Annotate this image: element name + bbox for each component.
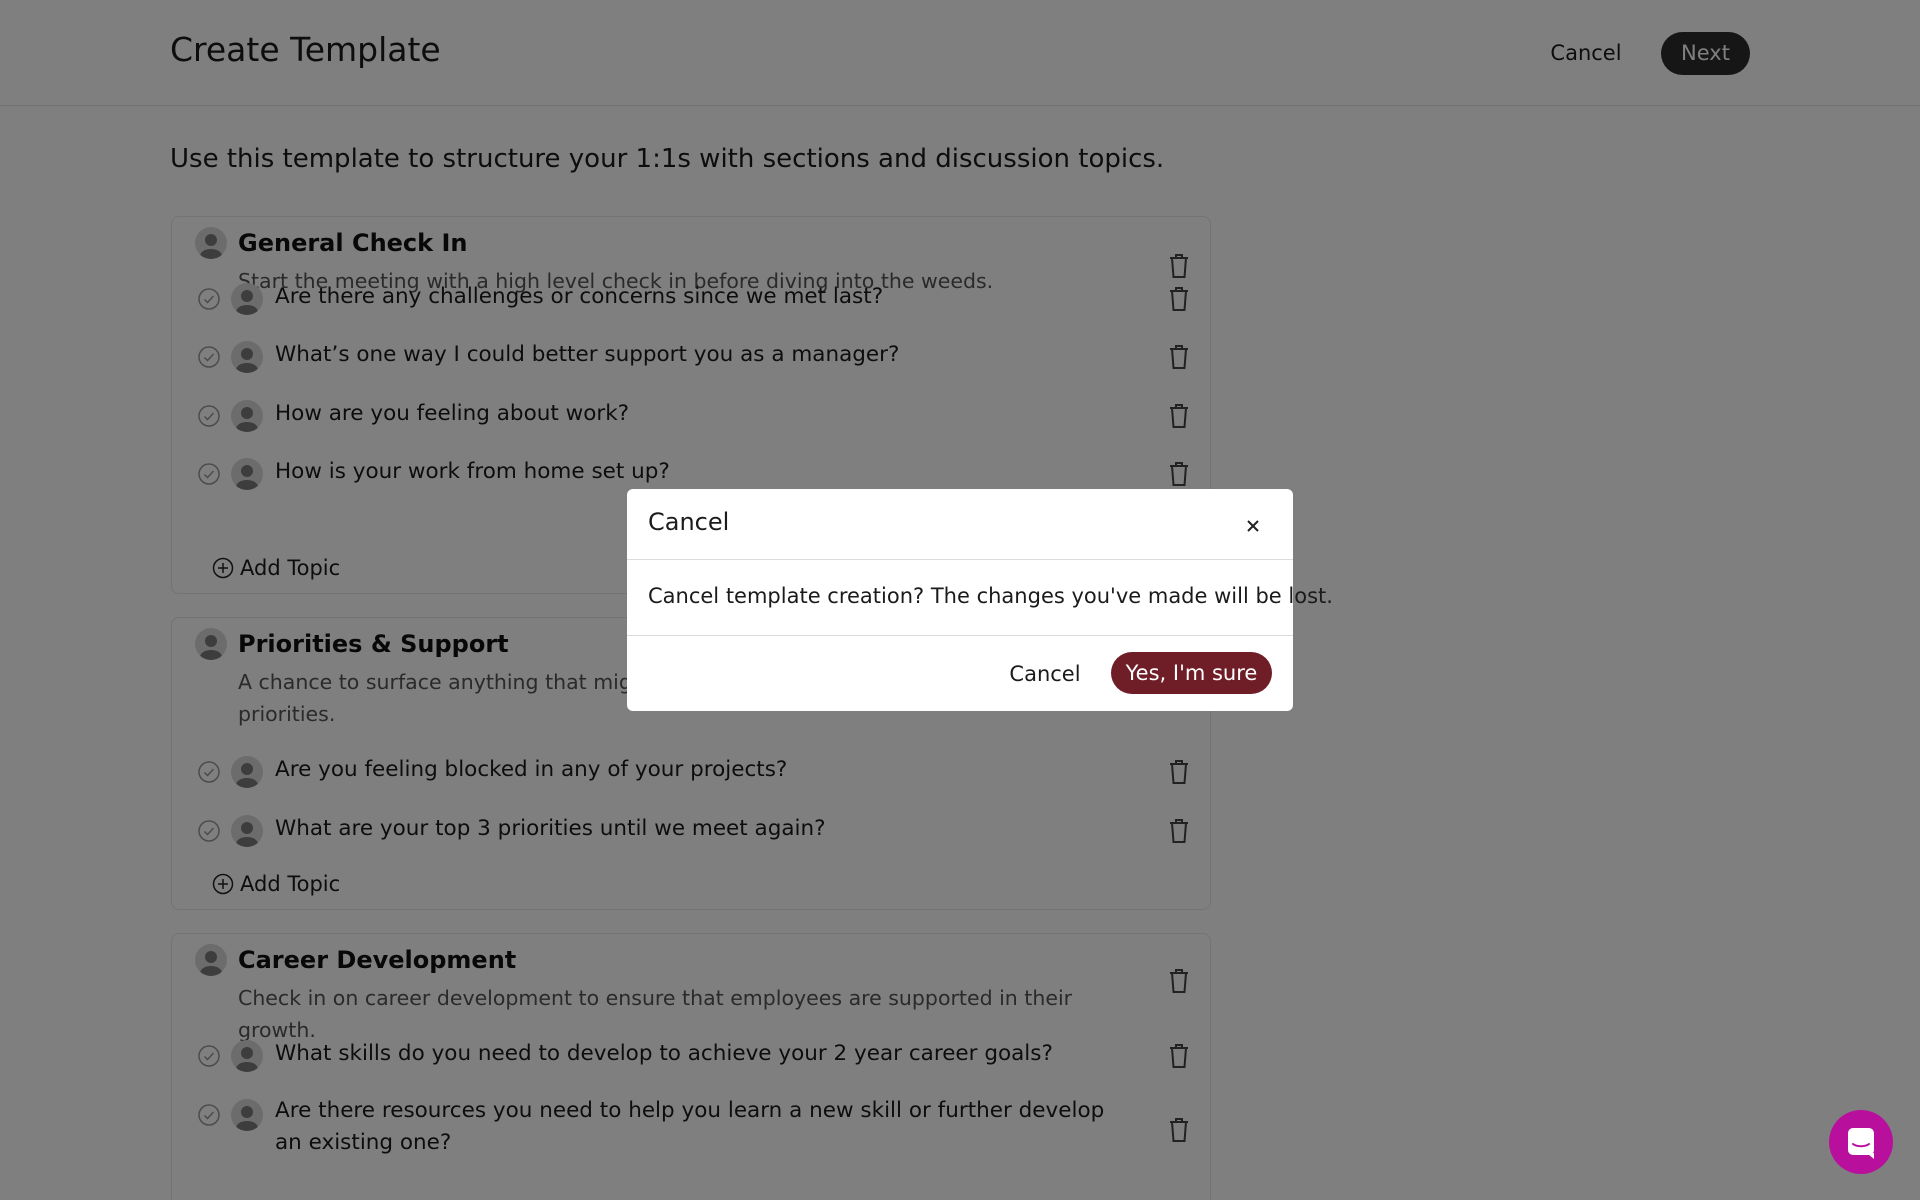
dialog-cancel-button[interactable]: Cancel [990,654,1100,694]
chat-launcher-button[interactable] [1829,1110,1893,1174]
chat-icon [1848,1128,1874,1159]
confirm-button[interactable]: Yes, I'm sure [1111,652,1272,694]
divider [627,635,1293,636]
divider [627,559,1293,560]
cancel-dialog: Cancel Cancel template creation? The cha… [627,489,1333,711]
close-icon[interactable] [1238,511,1268,541]
dialog-message: Cancel template creation? The changes yo… [648,584,1333,608]
dialog-title: Cancel [648,508,730,536]
